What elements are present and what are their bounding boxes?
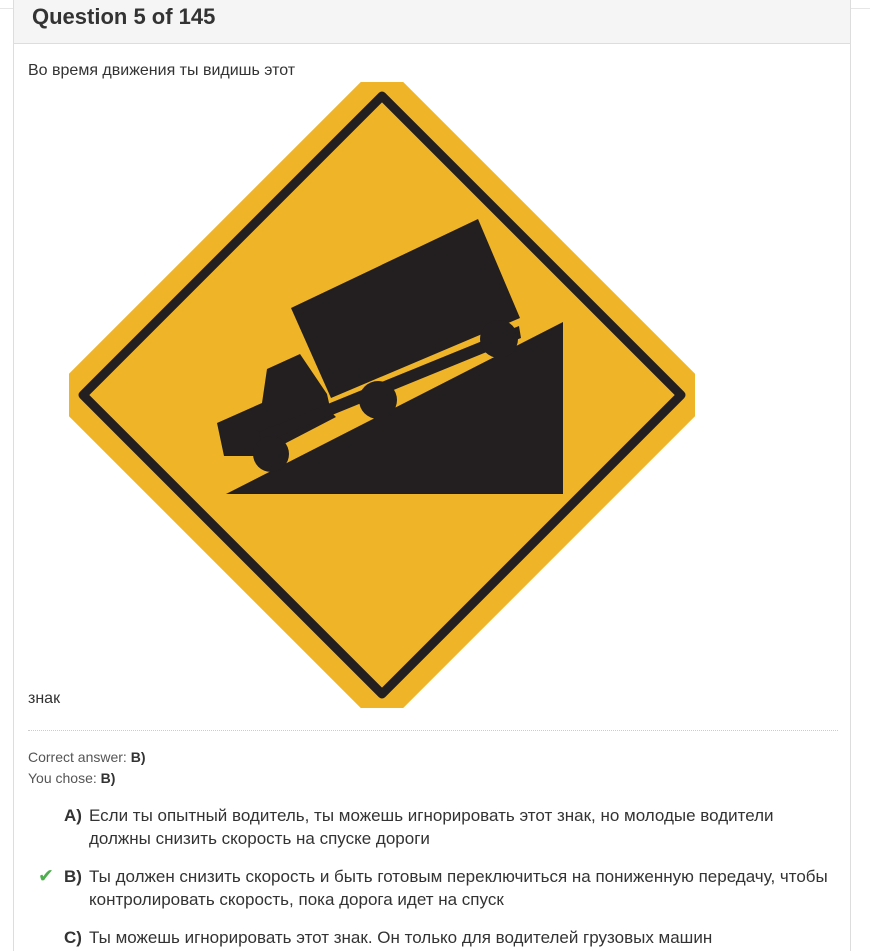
- you-chose-value: B): [100, 770, 116, 786]
- correct-answer-value: B): [130, 749, 146, 765]
- answer-letter: B): [64, 867, 82, 886]
- correct-answer-line: Correct answer: B): [28, 748, 145, 766]
- truck-wheel-middle: [359, 381, 397, 419]
- answer-text: Если ты опытный водитель, ты можешь игно…: [89, 806, 774, 848]
- answer-letter: A): [64, 806, 82, 825]
- answer-option-b[interactable]: ✔ B) Ты должен снизить скорость и быть г…: [38, 865, 834, 911]
- truck-wheel-rear: [480, 320, 518, 358]
- downgrade-truck-sign-image: [69, 82, 695, 708]
- correct-answer-label: Correct answer:: [28, 749, 127, 765]
- question-title: Question 5 of 145: [32, 4, 216, 29]
- answer-text: Ты можешь игнорировать этот знак. Он тол…: [89, 928, 713, 947]
- question-header: Question 5 of 145: [14, 0, 850, 44]
- answer-option-c[interactable]: C) Ты можешь игнорировать этот знак. Он …: [44, 926, 834, 949]
- you-chose-line: You chose: B): [28, 769, 115, 787]
- question-card: Question 5 of 145 Во время движения ты в…: [13, 0, 851, 951]
- answer-option-a[interactable]: A) Если ты опытный водитель, ты можешь и…: [44, 804, 834, 850]
- answer-text: Ты должен снизить скорость и быть готовы…: [89, 867, 828, 909]
- question-text: Во время движения ты видишь этот: [28, 62, 296, 79]
- you-chose-label: You chose:: [28, 770, 97, 786]
- answer-letter: C): [64, 928, 82, 947]
- checkmark-icon: ✔: [38, 866, 54, 887]
- question-text-end: знак: [28, 690, 61, 707]
- truck-wheel-front: [253, 436, 289, 472]
- separator: [28, 730, 838, 731]
